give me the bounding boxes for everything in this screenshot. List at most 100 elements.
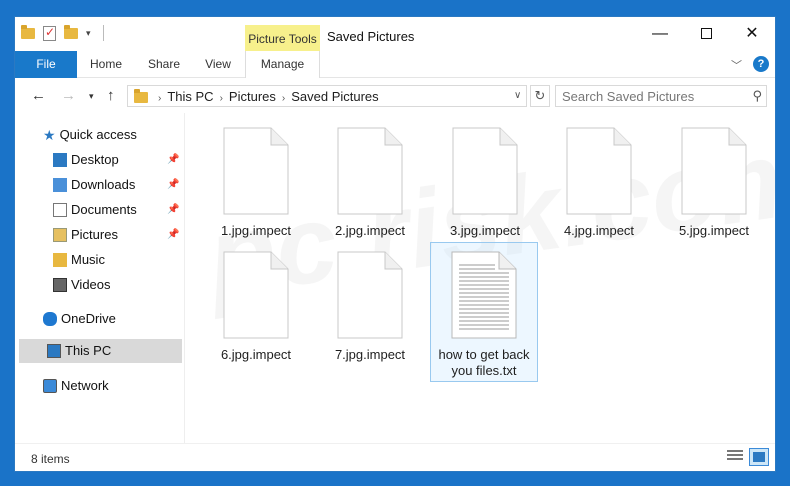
star-icon: ★: [43, 127, 56, 143]
file-item[interactable]: 6.jpg.impect: [202, 251, 310, 363]
blank-file-icon: [337, 251, 403, 339]
desktop-icon: [53, 153, 67, 167]
folder-icon: [134, 89, 148, 103]
file-name: 6.jpg.impect: [220, 347, 292, 362]
sidebar-item-pictures[interactable]: Pictures: [53, 223, 118, 247]
file-item[interactable]: 4.jpg.impect: [545, 127, 653, 239]
file-name: 7.jpg.impect: [334, 347, 406, 362]
downloads-icon: [53, 178, 67, 192]
search-icon[interactable]: ⚲: [752, 88, 762, 104]
toolbar-divider: [102, 25, 104, 41]
computer-icon: [47, 344, 61, 358]
navigation-pane: ★ Quick access Desktop 📌 Downloads 📌 Doc…: [15, 113, 185, 443]
sidebar-item-network[interactable]: Network: [43, 374, 109, 398]
refresh-button[interactable]: ↻: [530, 85, 550, 107]
pictures-icon: [53, 228, 67, 242]
pin-icon[interactable]: 📌: [167, 179, 179, 190]
breadcrumb-pictures[interactable]: Pictures: [229, 89, 276, 104]
file-item[interactable]: 3.jpg.impect: [431, 127, 539, 239]
breadcrumb: › This PC › Pictures › Saved Pictures: [152, 89, 379, 104]
pin-icon[interactable]: 📌: [167, 204, 179, 215]
documents-icon: [53, 203, 67, 217]
pin-icon[interactable]: 📌: [167, 229, 179, 240]
music-icon: [53, 253, 67, 267]
sidebar-item-music[interactable]: Music: [53, 248, 105, 272]
details-view-icon[interactable]: [727, 450, 743, 464]
sidebar-item-label: Documents: [71, 202, 137, 217]
search-input[interactable]: [556, 86, 736, 106]
up-arrow-icon[interactable]: ↑: [107, 87, 115, 104]
breadcrumb-saved-pictures[interactable]: Saved Pictures: [291, 89, 378, 104]
sidebar-item-label: This PC: [65, 343, 112, 358]
quick-access-toolbar: ▾: [21, 24, 104, 41]
tab-share[interactable]: Share: [135, 51, 193, 78]
tab-home[interactable]: Home: [77, 51, 135, 78]
properties-icon[interactable]: [43, 25, 56, 41]
blank-file-icon: [223, 251, 289, 339]
blank-file-icon: [452, 127, 518, 215]
status-bar: 8 items: [15, 443, 775, 471]
help-icon[interactable]: ?: [753, 56, 769, 72]
refresh-icon: ↻: [534, 88, 546, 103]
sidebar-item-label: Quick access: [59, 127, 137, 142]
sidebar-item-label: Pictures: [71, 227, 118, 242]
tab-view[interactable]: View: [193, 51, 243, 78]
forward-arrow-icon[interactable]: →: [61, 87, 76, 104]
onedrive-cloud-icon: [43, 312, 57, 326]
file-item[interactable]: 5.jpg.impect: [660, 127, 768, 239]
sidebar-item-downloads[interactable]: Downloads: [53, 173, 135, 197]
blank-file-icon: [566, 127, 632, 215]
back-arrow-icon[interactable]: ←: [31, 87, 46, 104]
tab-manage[interactable]: Manage: [245, 51, 320, 78]
file-name: how to get back you files.txt: [438, 347, 530, 378]
tab-file[interactable]: File: [15, 51, 77, 78]
search-box[interactable]: ⚲: [555, 85, 767, 107]
sidebar-item-label: Downloads: [71, 177, 136, 192]
new-folder-icon[interactable]: [64, 24, 78, 39]
sidebar-item-onedrive[interactable]: OneDrive: [43, 307, 116, 331]
file-name: 1.jpg.impect: [220, 223, 292, 238]
videos-icon: [53, 278, 67, 292]
file-item[interactable]: 7.jpg.impect: [316, 251, 424, 363]
sidebar-item-this-pc[interactable]: This PC: [19, 339, 182, 363]
file-name: 5.jpg.impect: [678, 223, 750, 238]
maximize-button[interactable]: [683, 17, 729, 51]
title-bar: ▾ Picture Tools Saved Pictures — ✕: [15, 17, 775, 51]
breadcrumb-this-pc[interactable]: This PC: [167, 89, 213, 104]
file-name: 3.jpg.impect: [449, 223, 521, 238]
pin-icon[interactable]: 📌: [167, 154, 179, 165]
file-item[interactable]: 2.jpg.impect: [316, 127, 424, 239]
breadcrumb-separator-icon: ›: [158, 93, 162, 104]
sidebar-item-documents[interactable]: Documents: [53, 198, 137, 222]
sidebar-item-videos[interactable]: Videos: [53, 273, 111, 297]
sidebar-item-label: Network: [61, 378, 109, 393]
minimize-button[interactable]: —: [637, 17, 683, 51]
item-count: 8 items: [31, 452, 70, 466]
breadcrumb-separator-icon: ›: [281, 93, 286, 104]
picture-tools-header: Picture Tools: [245, 25, 320, 51]
sidebar-item-label: OneDrive: [61, 311, 116, 326]
large-icons-view-icon[interactable]: [749, 448, 769, 466]
breadcrumb-separator-icon: ›: [219, 93, 223, 104]
sidebar-item-desktop[interactable]: Desktop: [53, 148, 119, 172]
expand-ribbon-chevron-icon[interactable]: ﹀: [731, 57, 742, 73]
address-row: ← → ▾ ↑ › This PC › Pictures › Saved Pictures…: [15, 79, 775, 113]
file-name: 4.jpg.impect: [563, 223, 635, 238]
address-bar[interactable]: › This PC › Pictures › Saved Pictures ∨: [127, 85, 527, 107]
sidebar-item-quick-access[interactable]: ★ Quick access: [43, 123, 137, 147]
ribbon-tabs: File Home Share View Manage ﹀ ?: [15, 51, 775, 78]
file-name: 2.jpg.impect: [334, 223, 406, 238]
network-icon: [43, 379, 57, 393]
customize-toolbar-chevron-icon[interactable]: ▾: [86, 28, 91, 39]
sidebar-item-label: Videos: [71, 277, 111, 292]
maximize-icon: [700, 28, 712, 40]
recent-locations-chevron-icon[interactable]: ▾: [89, 91, 94, 102]
file-item[interactable]: 1.jpg.impect: [202, 127, 310, 239]
file-item-selected[interactable]: how to get back you files.txt: [430, 242, 538, 382]
address-dropdown-chevron-icon[interactable]: ∨: [514, 90, 521, 101]
sidebar-item-label: Music: [71, 252, 105, 267]
blank-file-icon: [681, 127, 747, 215]
sidebar-item-label: Desktop: [71, 152, 119, 167]
close-button[interactable]: ✕: [729, 17, 775, 51]
explorer-window: ▾ Picture Tools Saved Pictures — ✕ File …: [14, 16, 776, 472]
